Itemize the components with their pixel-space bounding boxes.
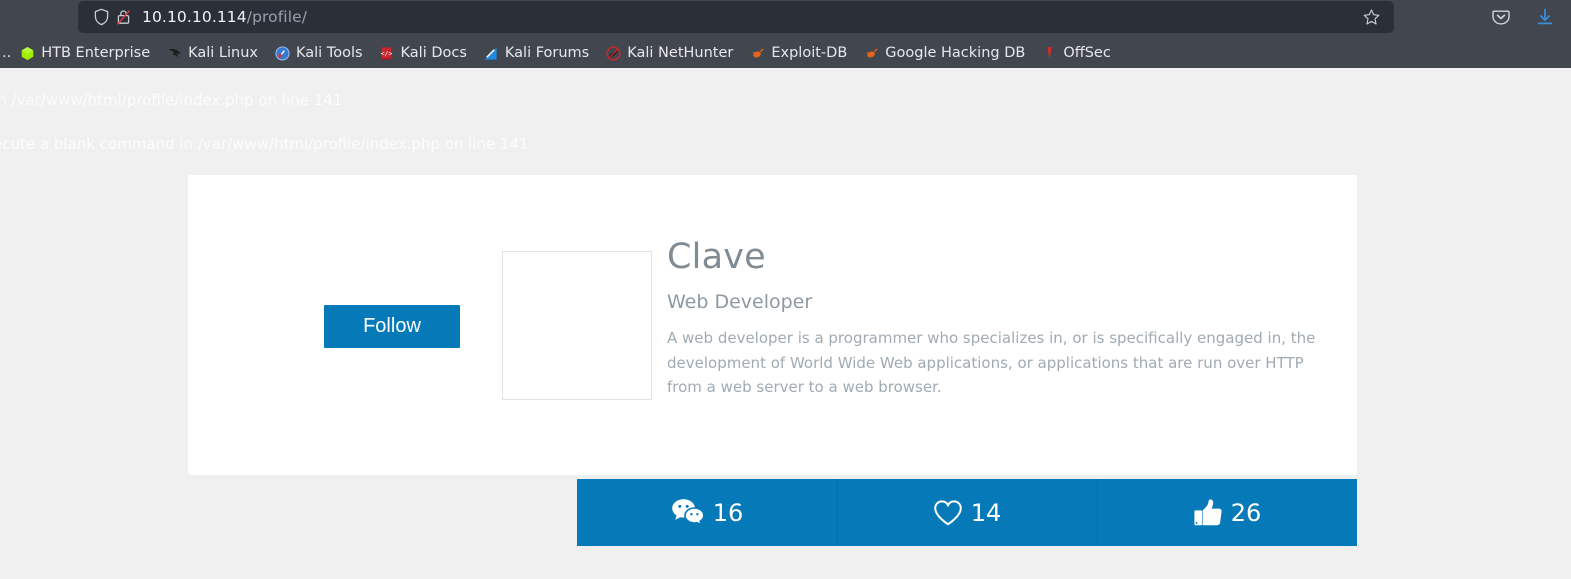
bookmark-label: Google Hacking DB <box>885 45 1026 61</box>
stat-thumbs-up[interactable]: 26 <box>1097 479 1357 546</box>
url-host: 10.10.10.114 <box>142 8 247 26</box>
profile-details: Clave Web Developer A web developer is a… <box>667 237 1339 399</box>
bookmark-label: Kali Forums <box>504 45 590 61</box>
url-bar-row: 10.10.10.114/profile/ <box>0 0 1571 34</box>
bookmark-label: OffSec <box>1063 45 1111 61</box>
php-warning-line-1: in /var/www/html/profile/index.php on li… <box>0 91 343 109</box>
chrome-right-buttons <box>1487 3 1559 31</box>
address-bar[interactable]: 10.10.10.114/profile/ <box>78 1 1394 33</box>
kali-docs-icon: </> <box>379 45 395 61</box>
bookmark-htb-enterprise[interactable]: HTB Enterprise <box>11 43 158 63</box>
offsec-icon <box>1041 45 1057 61</box>
profile-card: Follow Clave Web Developer A web develop… <box>188 175 1357 475</box>
url-text[interactable]: 10.10.10.114/profile/ <box>134 8 1358 26</box>
php-warning-line-2: ecute a blank command in /var/www/html/p… <box>0 135 529 153</box>
bookmark-exploit-db[interactable]: Exploit-DB <box>741 43 855 63</box>
svg-text:</>: </> <box>381 49 393 57</box>
kali-tools-icon <box>274 45 290 61</box>
bookmark-label: Kali Tools <box>296 45 363 61</box>
pocket-icon[interactable] <box>1487 3 1515 31</box>
bookmark-label: Exploit-DB <box>771 45 848 61</box>
bookmark-kali-forums[interactable]: Kali Forums <box>475 43 597 63</box>
bookmark-label: Kali Docs <box>400 45 467 61</box>
bookmark-offsec[interactable]: OffSec <box>1033 43 1119 63</box>
bookmarks-overflow[interactable]: .. <box>0 45 11 61</box>
bookmark-kali-docs[interactable]: </> Kali Docs <box>371 43 475 63</box>
stat-value: 14 <box>970 498 1002 527</box>
bookmark-kali-nethunter[interactable]: Kali NetHunter <box>597 43 741 63</box>
stat-value: 16 <box>712 498 744 527</box>
bookmark-label: Kali NetHunter <box>627 45 734 61</box>
thumbs-up-icon <box>1193 498 1223 528</box>
bookmark-google-hacking-db[interactable]: Google Hacking DB <box>855 43 1033 63</box>
shield-icon[interactable] <box>90 7 112 27</box>
bookmark-label: HTB Enterprise <box>41 45 151 61</box>
heart-icon <box>933 499 963 527</box>
exploit-db-icon <box>749 45 765 61</box>
profile-role: Web Developer <box>667 291 813 314</box>
crossed-lock-icon[interactable] <box>112 7 134 27</box>
download-arrow-icon[interactable] <box>1531 3 1559 31</box>
google-hacking-db-icon <box>863 45 879 61</box>
page-content: in /var/www/html/profile/index.php on li… <box>0 68 1571 579</box>
htb-cube-icon <box>19 45 35 61</box>
profile-bio: A web developer is a programmer who spec… <box>667 329 1316 396</box>
bookmark-star-icon[interactable] <box>1358 4 1384 30</box>
avatar <box>502 251 652 400</box>
kali-nethunter-icon <box>605 45 621 61</box>
kali-dragon-icon <box>166 45 182 61</box>
url-path: /profile/ <box>246 8 308 26</box>
bookmark-label: Kali Linux <box>188 45 258 61</box>
page-title: Clave <box>667 237 766 277</box>
stat-comments[interactable]: 16 <box>577 479 837 546</box>
bookmark-kali-tools[interactable]: Kali Tools <box>266 43 371 63</box>
follow-button[interactable]: Follow <box>324 305 460 348</box>
browser-chrome: 10.10.10.114/profile/ .. HTB Enterprise … <box>0 0 1571 68</box>
stat-likes[interactable]: 14 <box>837 479 1097 546</box>
bookmark-kali-linux[interactable]: Kali Linux <box>158 43 266 63</box>
bookmarks-bar: .. HTB Enterprise Kali Linux Kali Tools … <box>0 38 1571 68</box>
stats-bar: 16 14 26 <box>577 479 1357 546</box>
kali-forums-icon <box>483 45 499 61</box>
stat-value: 26 <box>1230 498 1262 527</box>
comments-icon <box>671 498 705 527</box>
